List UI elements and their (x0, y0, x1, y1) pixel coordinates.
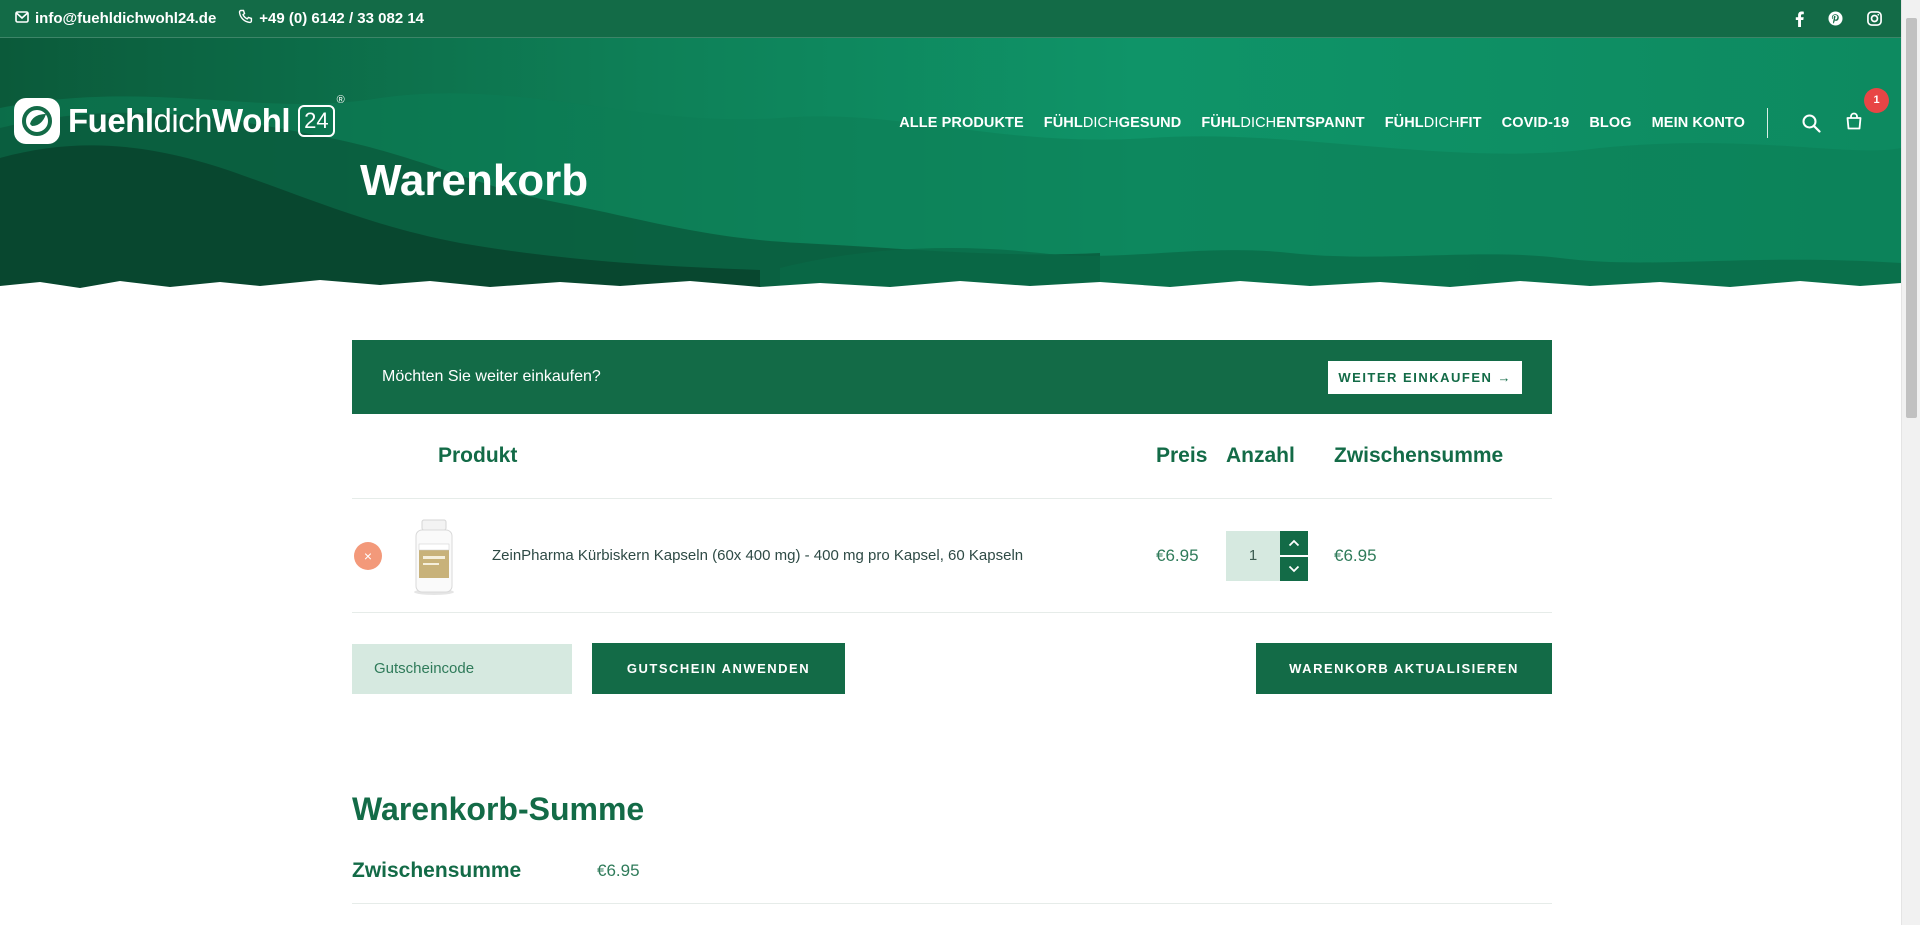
main-nav: ALLE PRODUKTE FÜHLDICHGESUND FÜHLDICHENT… (879, 87, 1889, 138)
nav-alle-produkte[interactable]: ALLE PRODUKTE (899, 115, 1024, 131)
nav-part: ENTSPANNT (1276, 115, 1365, 131)
shopping-bag-icon (1845, 112, 1863, 135)
table-row: × ZeinPharma Kürbiskern Kapseln (60x 400… (352, 499, 1552, 613)
quantity-cell: 1 (1226, 530, 1334, 581)
product-subtotal: €6.95 (1334, 545, 1377, 565)
product-name-link[interactable]: ZeinPharma Kürbiskern Kapseln (60x 400 m… (486, 547, 1156, 564)
nav-part: DICH (1082, 115, 1119, 131)
nav-fuehldichfit[interactable]: FÜHLDICHFIT (1385, 115, 1482, 131)
brand-name: FuehldichWohl (68, 102, 291, 140)
hero-banner: FuehldichWohl 24 ® ALLE PRODUKTE FÜHLDIC… (0, 38, 1901, 305)
header-product: Produkt (438, 444, 518, 467)
product-price: €6.95 (1156, 545, 1199, 565)
cart-totals-title: Warenkorb-Summe (352, 791, 645, 827)
cart-table-header: Produkt Preis Anzahl Zwischensumme (352, 414, 1552, 499)
brand-name-part-2: dich (153, 102, 213, 139)
nav-part: FÜHL (1201, 115, 1241, 131)
nav-covid-19[interactable]: COVID-19 (1502, 115, 1570, 131)
search-icon[interactable] (1802, 114, 1821, 133)
quantity-stepper[interactable]: 1 (1226, 530, 1334, 581)
phone-icon (238, 9, 259, 28)
chevron-up-icon (1288, 539, 1300, 546)
leaf-icon (14, 98, 60, 144)
totals-subtotal-value: €6.95 (597, 860, 640, 880)
remove-item-button[interactable]: × (354, 541, 382, 570)
mountain-background (0, 93, 1901, 305)
nav-part: DICH (1240, 115, 1277, 131)
pinterest-icon[interactable] (1828, 11, 1843, 26)
email-text: info@fuehldichwohl24.de (35, 10, 217, 27)
totals-subtotal-label: Zwischensumme (352, 858, 522, 882)
scrollbar-thumb[interactable] (1906, 18, 1917, 418)
nav-part: GESUND (1118, 115, 1182, 131)
instagram-icon[interactable] (1867, 11, 1882, 26)
header-price: Preis (1156, 444, 1208, 467)
update-cart-button[interactable]: WARENKORB AKTUALISIEREN (1256, 643, 1552, 694)
nav-part: FIT (1459, 115, 1482, 131)
email-contact[interactable]: info@fuehldichwohl24.de (15, 10, 216, 27)
social-links (1795, 11, 1886, 27)
facebook-icon[interactable] (1795, 11, 1804, 27)
nav-fuehldichgesund[interactable]: FÜHLDICHGESUND (1044, 115, 1182, 131)
remove-cell: × (352, 541, 402, 570)
apply-coupon-button[interactable]: GUTSCHEIN ANWENDEN (592, 643, 845, 694)
nav-part: DICH (1423, 115, 1460, 131)
thumb-cell (402, 516, 486, 596)
header-quantity: Anzahl (1226, 444, 1295, 467)
cart-actions: Gutscheincode GUTSCHEIN ANWENDEN WARENKO… (352, 643, 1552, 694)
cart-button[interactable]: 1 (1845, 87, 1889, 135)
phone-text: +49 (0) 6142 / 33 082 14 (259, 10, 425, 27)
continue-shopping-notice: Möchten Sie weiter einkaufen? WEITER EIN… (352, 340, 1552, 414)
cart-content: Möchten Sie weiter einkaufen? WEITER EIN… (352, 340, 1552, 904)
totals-subtotal-row: Zwischensumme €6.95 (352, 838, 1552, 904)
nav-mein-konto[interactable]: MEIN KONTO (1652, 115, 1745, 131)
quantity-decrease-button[interactable] (1280, 556, 1308, 581)
nav-separator (1767, 108, 1768, 138)
phone-contact[interactable]: +49 (0) 6142 / 33 082 14 (238, 9, 424, 28)
mail-icon (15, 10, 35, 27)
page-title: Warenkorb (360, 156, 589, 205)
header-subtotal: Zwischensumme (1334, 444, 1504, 467)
nav-fuehldichentspannt[interactable]: FÜHLDICHENTSPANNT (1201, 115, 1364, 131)
brand-name-part-3: Wohl (212, 102, 291, 139)
brand-logo[interactable]: FuehldichWohl 24 ® (14, 94, 345, 144)
page-scrollbar[interactable] (1901, 0, 1920, 925)
chevron-down-icon (1288, 565, 1300, 572)
quantity-buttons (1280, 530, 1308, 581)
brand-name-part-1: Fuehl (68, 102, 154, 139)
cart-count-badge: 1 (1864, 87, 1889, 113)
top-bar: info@fuehldichwohl24.de +49 (0) 6142 / 3… (0, 0, 1901, 38)
brand-badge: 24 (298, 105, 335, 137)
registered-mark: ® (336, 94, 345, 106)
quantity-input[interactable]: 1 (1226, 530, 1280, 581)
continue-shopping-button[interactable]: WEITER EINKAUFEN → (1328, 360, 1522, 394)
nav-part: FÜHL (1043, 115, 1083, 131)
notice-text: Möchten Sie weiter einkaufen? (382, 368, 601, 385)
nav-blog[interactable]: BLOG (1589, 115, 1631, 131)
quantity-increase-button[interactable] (1280, 530, 1308, 555)
product-thumbnail[interactable] (402, 516, 466, 596)
coupon-input[interactable]: Gutscheincode (352, 643, 572, 694)
nav-part: FÜHL (1384, 115, 1424, 131)
